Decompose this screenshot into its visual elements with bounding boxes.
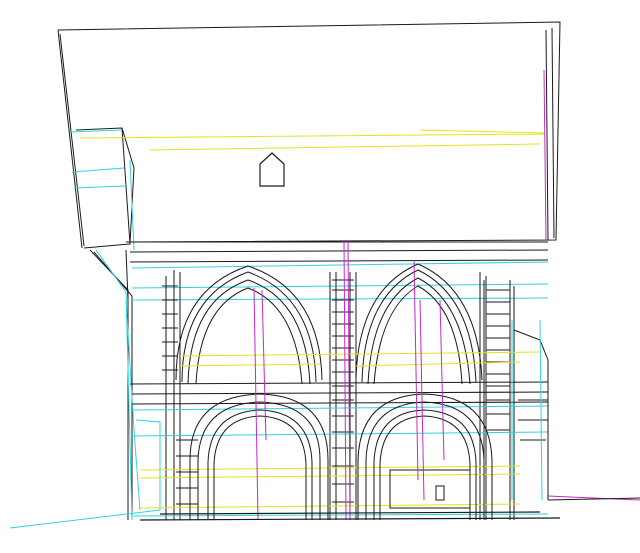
cornice-lines — [126, 241, 549, 263]
magenta-lines — [253, 69, 640, 521]
right-extension — [513, 329, 640, 501]
left-round-arch — [176, 393, 329, 520]
upper-yellow-guides — [79, 129, 546, 151]
right-cyan — [511, 319, 543, 501]
central-pier — [329, 272, 357, 520]
mid-bands — [129, 381, 549, 405]
upper-cyan-guides — [69, 129, 135, 251]
facade-svg — [9, 21, 640, 529]
left-return-wall — [89, 249, 133, 520]
gable-window — [259, 152, 285, 187]
left-pier — [162, 285, 178, 371]
right-pier — [483, 280, 515, 520]
left-cyan-wall — [9, 249, 161, 529]
facade-line-drawing — [0, 0, 640, 553]
right-round-arch — [357, 393, 493, 520]
